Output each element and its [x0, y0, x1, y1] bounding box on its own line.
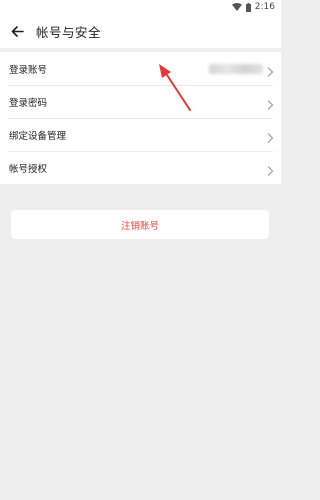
- arrow-left-icon: [11, 22, 24, 41]
- login-account-row[interactable]: 登录账号: [0, 52, 281, 85]
- chevron-right-icon: [266, 162, 274, 176]
- back-button[interactable]: [6, 20, 28, 42]
- chevron-right-icon: [266, 63, 274, 77]
- battery-icon: [245, 2, 251, 12]
- row-label: 绑定设备管理: [9, 131, 67, 142]
- wifi-icon: [231, 3, 242, 11]
- status-icons: 2:16: [231, 1, 275, 13]
- status-bar: 2:16: [0, 0, 281, 14]
- row-label: 帐号授权: [9, 164, 48, 175]
- chevron-right-icon: [266, 129, 274, 143]
- row-label: 登录账号: [9, 65, 48, 76]
- app-bar: 帐号与安全: [0, 14, 281, 48]
- login-password-row[interactable]: 登录密码: [0, 85, 281, 118]
- cancel-account-button[interactable]: 注销账号: [11, 210, 269, 239]
- page-title: 帐号与安全: [36, 25, 102, 40]
- account-authorization-row[interactable]: 帐号授权: [0, 151, 281, 184]
- settings-list: 登录账号 登录密码 绑定设备管理 帐号授权: [0, 52, 281, 184]
- redacted-account-value: [209, 64, 263, 74]
- row-label: 登录密码: [9, 98, 48, 109]
- status-time: 2:16: [254, 2, 275, 12]
- device-management-row[interactable]: 绑定设备管理: [0, 118, 281, 151]
- chevron-right-icon: [266, 96, 274, 110]
